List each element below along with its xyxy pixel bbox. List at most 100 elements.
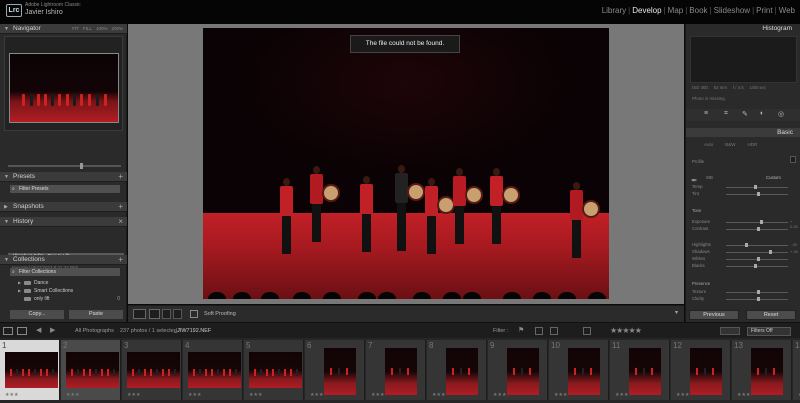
navigator-zoom-fit[interactable]: FIT: [72, 26, 79, 31]
clear-history-icon[interactable]: ×: [118, 217, 123, 226]
collection-item[interactable]: ▶ Dance: [18, 279, 124, 287]
filmstrip-source[interactable]: All Photographs: [75, 328, 114, 334]
treatment-hdr[interactable]: HDR: [748, 142, 758, 147]
module-slideshow[interactable]: Slideshow: [714, 6, 750, 15]
healing-icon[interactable]: ✎: [742, 110, 748, 118]
main-photo[interactable]: [203, 28, 609, 299]
filter-presets-input[interactable]: ⌕ Filter Presets: [10, 185, 120, 193]
red-eye-icon[interactable]: ◎: [778, 110, 784, 118]
filters-off-dropdown[interactable]: Filters Off: [747, 327, 791, 336]
slider-knob-shadows[interactable]: [769, 250, 773, 254]
filmstrip-thumbnail[interactable]: [690, 348, 722, 395]
module-web[interactable]: Web: [779, 6, 795, 15]
disclosure-triangle-icon[interactable]: ▶: [18, 287, 21, 295]
filmstrip-cell-3[interactable]: 3 ★★★: [122, 340, 182, 400]
copy-button[interactable]: Copy...: [9, 309, 65, 320]
filmstrip-cell-9[interactable]: 9 ★★★: [488, 340, 548, 400]
filmstrip-thumbnail[interactable]: [249, 352, 302, 388]
masking-icon[interactable]: ◐: [760, 110, 764, 117]
filmstrip-thumbnail[interactable]: [629, 348, 661, 395]
filmstrip-thumbnail[interactable]: [568, 348, 600, 395]
slider-track-blacks[interactable]: [726, 266, 788, 267]
filmstrip-thumbnail[interactable]: [127, 352, 180, 388]
slider-knob-exposure[interactable]: [760, 220, 764, 224]
basic-header[interactable]: Basic: [686, 128, 800, 137]
histogram[interactable]: [690, 36, 797, 83]
module-print[interactable]: Print: [756, 6, 772, 15]
disclosure-triangle-icon[interactable]: ▶: [18, 279, 21, 287]
slider-knob-clarity[interactable]: [757, 297, 760, 301]
filmstrip-thumbnail[interactable]: [507, 348, 539, 395]
back-arrow-icon[interactable]: ◀: [36, 326, 44, 334]
before-after-swap-icon[interactable]: [162, 309, 171, 319]
slider-knob-contrast[interactable]: [757, 227, 760, 231]
filmstrip-thumbnail[interactable]: [5, 352, 58, 388]
slider-knob-tint[interactable]: [757, 192, 760, 196]
filmstrip-thumbnail[interactable]: [385, 348, 417, 395]
flag-icon[interactable]: ⚑: [518, 326, 525, 334]
slider-knob-highlights[interactable]: [744, 243, 748, 247]
filmstrip-thumbnail[interactable]: [446, 348, 478, 395]
filmstrip-cell-10[interactable]: 10 ★★★: [549, 340, 609, 400]
module-map[interactable]: Map: [668, 6, 684, 15]
edit-sliders-icon[interactable]: ≡: [704, 110, 708, 117]
slider-knob-blacks[interactable]: [753, 264, 757, 268]
navigator-slider-knob[interactable]: [80, 163, 83, 169]
filmstrip-cell-8[interactable]: 8 ★★★: [427, 340, 487, 400]
navigator-zoom-fill[interactable]: FILL: [83, 26, 92, 31]
toolbar-menu-icon[interactable]: ▾: [675, 309, 678, 316]
collections-header[interactable]: ▼ Collections +: [0, 255, 127, 265]
before-after-copy-icon[interactable]: [173, 309, 182, 319]
module-develop[interactable]: Develop: [632, 6, 661, 15]
star-rating-filter[interactable]: ★★★★★: [610, 326, 642, 335]
slider-track-exposure[interactable]: [726, 222, 788, 223]
previous-button[interactable]: Previous: [689, 310, 739, 320]
filmstrip-thumbnail[interactable]: [66, 352, 119, 388]
history-header[interactable]: ▼ History ×: [0, 217, 127, 227]
filmstrip-cell-5[interactable]: 5 ★★★: [244, 340, 304, 400]
color-label-filter[interactable]: [720, 327, 740, 335]
navigator-slider[interactable]: [8, 165, 121, 167]
presets-header[interactable]: ▼ Presets +: [0, 172, 127, 182]
wb-value[interactable]: Custom: [766, 175, 781, 180]
slider-knob-whites[interactable]: [757, 257, 760, 261]
filmstrip-thumbnail[interactable]: [188, 352, 241, 388]
loupe-view-icon[interactable]: [133, 309, 146, 319]
rating-filter-icon[interactable]: [583, 327, 591, 335]
forward-arrow-icon[interactable]: ▶: [50, 326, 58, 334]
add-preset-icon[interactable]: +: [118, 172, 123, 181]
profile-browser-icon[interactable]: [790, 156, 796, 163]
collection-item[interactable]: ▶ Smart Collections: [18, 287, 124, 295]
filmstrip-cell-4[interactable]: 4 ★★★: [183, 340, 243, 400]
add-snapshot-icon[interactable]: +: [118, 202, 123, 211]
treatment-auto[interactable]: Auto: [704, 142, 713, 147]
grid-view-icon[interactable]: [3, 327, 13, 335]
unflagged-filter-icon[interactable]: [535, 327, 543, 335]
snapshots-header[interactable]: ▶ Snapshots +: [0, 202, 127, 212]
filmstrip-cell-7[interactable]: 7 ★★★: [366, 340, 426, 400]
reset-button[interactable]: Reset: [746, 310, 796, 320]
slider-knob-temp[interactable]: [753, 185, 757, 189]
paste-button[interactable]: Paste: [68, 309, 124, 320]
navigator-zoom-options[interactable]: FIT FILL 100% 200%: [68, 26, 123, 31]
filmstrip-filename[interactable]: _JIW7192.NEF: [174, 328, 211, 334]
filmstrip-cell-11[interactable]: 11 ★★★: [610, 340, 670, 400]
soft-proofing-checkbox[interactable]: [190, 310, 198, 318]
slider-knob-texture[interactable]: [757, 290, 760, 294]
filmstrip-thumbnail[interactable]: [751, 348, 783, 395]
navigator-thumbnail[interactable]: [9, 53, 119, 123]
filmstrip-cell-2[interactable]: 2 ★★★: [61, 340, 121, 400]
filmstrip-cell-14[interactable]: 14★★★: [793, 340, 800, 400]
slider-track-highlights[interactable]: [726, 245, 788, 246]
filmstrip-cell-6[interactable]: 6 ★★★: [305, 340, 365, 400]
collection-item[interactable]: only lift 0: [18, 295, 124, 303]
rejected-filter-icon[interactable]: [550, 327, 558, 335]
second-window-icon[interactable]: [17, 327, 27, 335]
module-book[interactable]: Book: [689, 6, 707, 15]
filmstrip-cell-12[interactable]: 12 ★★★: [671, 340, 731, 400]
navigator-zoom-100[interactable]: 100%: [96, 26, 108, 31]
slider-track-temp[interactable]: [726, 187, 788, 188]
navigator-header[interactable]: ▼ Navigator FIT FILL 100% 200%: [0, 24, 127, 34]
filmstrip-thumbnail[interactable]: [324, 348, 356, 395]
filter-collections-input[interactable]: ⌕ Filter Collections: [10, 268, 120, 276]
